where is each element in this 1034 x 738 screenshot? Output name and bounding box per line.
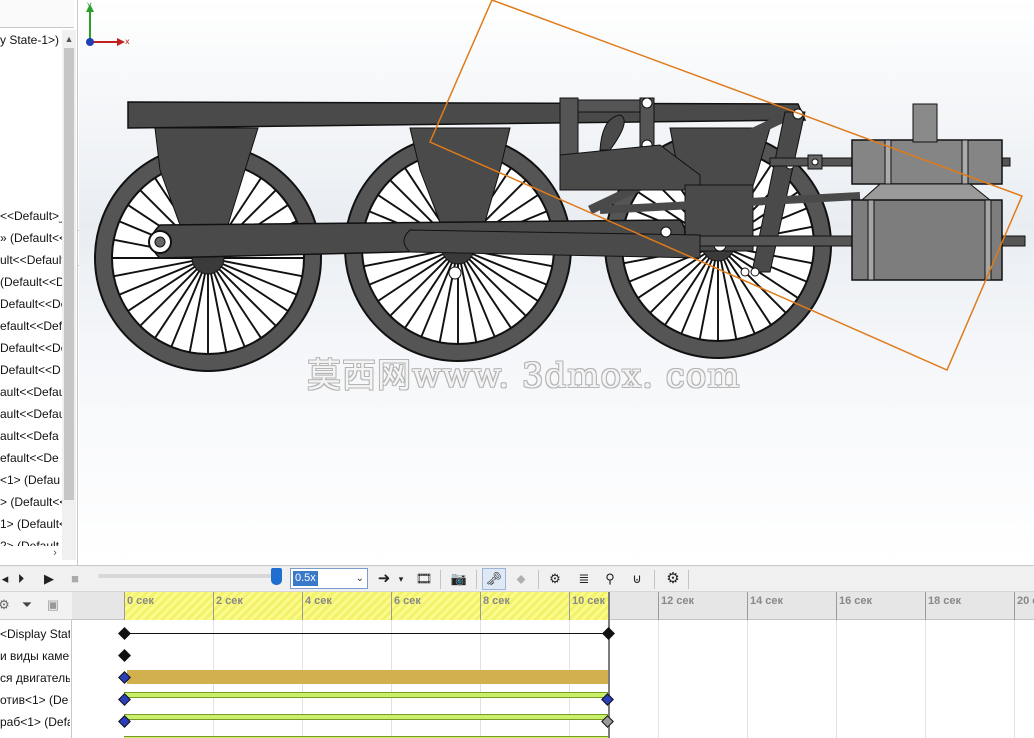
- timeline-component-bar[interactable]: [124, 714, 608, 720]
- timeline-key[interactable]: [602, 627, 615, 640]
- collapse-icon[interactable]: ▣: [44, 596, 62, 614]
- tree-row-component[interactable]: 2> (Default: [0, 536, 62, 546]
- tick-label: 0 сек: [127, 595, 154, 607]
- tick-label: 2 сек: [216, 595, 243, 607]
- timeline-ruler[interactable]: 0 сек 2 сек 4 сек 6 сек 8 сек 10 сек 12 …: [72, 592, 1034, 620]
- timeline-label-display-state[interactable]: <Display Stat: [0, 623, 70, 645]
- tree-row-component[interactable]: Default<<D: [0, 360, 62, 380]
- filter-icon[interactable]: ⏷: [18, 596, 36, 614]
- tree-row-component[interactable]: ault<<Defau: [0, 404, 62, 424]
- tree-row-component[interactable]: 1> (Default<: [0, 514, 62, 534]
- x-axis-label: x: [125, 37, 130, 46]
- playback-speed-value: 0.5x: [293, 571, 318, 586]
- motor-icon[interactable]: ⚙: [544, 570, 566, 588]
- save-animation-icon[interactable]: 🎞: [414, 570, 434, 588]
- tick-label: 4 сек: [305, 595, 332, 607]
- scroll-up-icon[interactable]: ▲: [62, 32, 76, 46]
- chevron-down-icon[interactable]: ▾: [396, 570, 406, 588]
- timeline-label-component[interactable]: отив<1> (De: [0, 689, 70, 711]
- step-back-icon[interactable]: ◂: [0, 570, 10, 588]
- add-key-icon[interactable]: ⬥: [510, 570, 532, 588]
- tree-row-component[interactable]: » (Default<<: [0, 228, 62, 248]
- tree-row-component[interactable]: (Default<<D: [0, 272, 62, 292]
- timeline-component-bar[interactable]: [124, 692, 608, 698]
- study-properties-icon[interactable]: ⚙: [662, 570, 684, 588]
- spring-icon[interactable]: ≣: [574, 570, 594, 588]
- timeline-motor-bar[interactable]: [127, 670, 608, 684]
- tree-row-component[interactable]: efault<<Def: [0, 316, 62, 336]
- playback-slider[interactable]: [98, 574, 276, 578]
- feature-tree-panel: y State-1>) <<Default>_ » (Default<< ult…: [0, 0, 78, 565]
- timeline-label-motor[interactable]: ся двигатель: [0, 667, 70, 689]
- motion-study-toolbar: ◂ ⏵ ▶ ■ 0.5x ⌄ ➜ ▾ 🎞 📷 🗝 ⬥ ⚙ ≣ ⚲ ⊍ ⚙: [0, 565, 1034, 592]
- tree-row-component[interactable]: efault<<De: [0, 448, 62, 468]
- locomotive-model[interactable]: [79, 0, 1034, 565]
- timeline-track-display-state: [124, 633, 608, 634]
- playback-mode-icon[interactable]: ➜: [374, 570, 394, 588]
- chevron-down-icon: ⌄: [355, 573, 364, 584]
- play-from-start-icon[interactable]: ⏵: [12, 570, 30, 588]
- timeline-label-views-camera[interactable]: и виды камер: [0, 645, 70, 667]
- scrollbar-thumb[interactable]: [64, 48, 74, 500]
- graphics-viewport[interactable]: 莫西网www. 3dmox. com y x: [79, 0, 1034, 565]
- playback-speed-select[interactable]: 0.5x ⌄: [290, 568, 368, 589]
- reference-triad: y x: [86, 0, 130, 46]
- tree-row-display-state[interactable]: y State-1>): [0, 30, 62, 50]
- watermark-text: 莫西网www. 3dmox. com: [307, 356, 741, 396]
- motion-manager-tree: ⚙ ⏷ ▣ <Display Stat и виды камер ся двиг…: [0, 592, 72, 738]
- timeline-duration-highlight: [124, 592, 610, 620]
- filter-animated-icon[interactable]: ⚙: [0, 596, 12, 614]
- motion-manager-tools: ⚙ ⏷ ▣: [0, 592, 72, 620]
- tree-row-component[interactable]: Default<<De: [0, 338, 62, 358]
- timeline-label-component[interactable]: раб<1> (Defa: [0, 711, 70, 733]
- feature-tree-filter-area[interactable]: [0, 0, 74, 28]
- tree-row-component[interactable]: ault<<Defa: [0, 426, 62, 446]
- tree-vertical-scrollbar[interactable]: ▲: [62, 30, 76, 560]
- autokey-icon[interactable]: 🗝: [482, 568, 506, 590]
- stop-icon[interactable]: ■: [66, 570, 84, 588]
- contact-icon[interactable]: ⚲: [600, 570, 620, 588]
- tree-row-component[interactable]: Default<<De: [0, 294, 62, 314]
- tick-label: 10 сек: [572, 595, 606, 607]
- y-axis-label: y: [87, 0, 92, 9]
- tick-label: 14 сек: [750, 595, 784, 607]
- playback-slider-thumb[interactable]: [271, 568, 282, 585]
- tree-row-component[interactable]: <<Default>_: [0, 206, 62, 226]
- tree-row-component[interactable]: > (Default<<: [0, 492, 62, 512]
- tree-row-component[interactable]: ault<<Defau: [0, 382, 62, 402]
- tree-row-component[interactable]: ult<<Default: [0, 250, 62, 270]
- animation-wizard-icon[interactable]: 📷: [448, 570, 470, 588]
- gravity-icon[interactable]: ⊍: [628, 570, 646, 588]
- timeline-area[interactable]: 0 сек 2 сек 4 сек 6 сек 8 сек 10 сек 12 …: [72, 592, 1034, 738]
- tick-label: 6 сек: [394, 595, 421, 607]
- tick-label: 18 сек: [928, 595, 962, 607]
- tick-label: 12 сек: [661, 595, 695, 607]
- timeline-key[interactable]: [118, 627, 131, 640]
- tree-row-component[interactable]: <1> (Defau: [0, 470, 62, 490]
- timeline-key[interactable]: [118, 649, 131, 662]
- tick-label: 16 сек: [839, 595, 873, 607]
- tick-label: 8 сек: [483, 595, 510, 607]
- play-icon[interactable]: ▶: [40, 570, 58, 588]
- scroll-right-icon[interactable]: ›: [48, 546, 62, 560]
- tick-label: 20 с: [1017, 595, 1034, 607]
